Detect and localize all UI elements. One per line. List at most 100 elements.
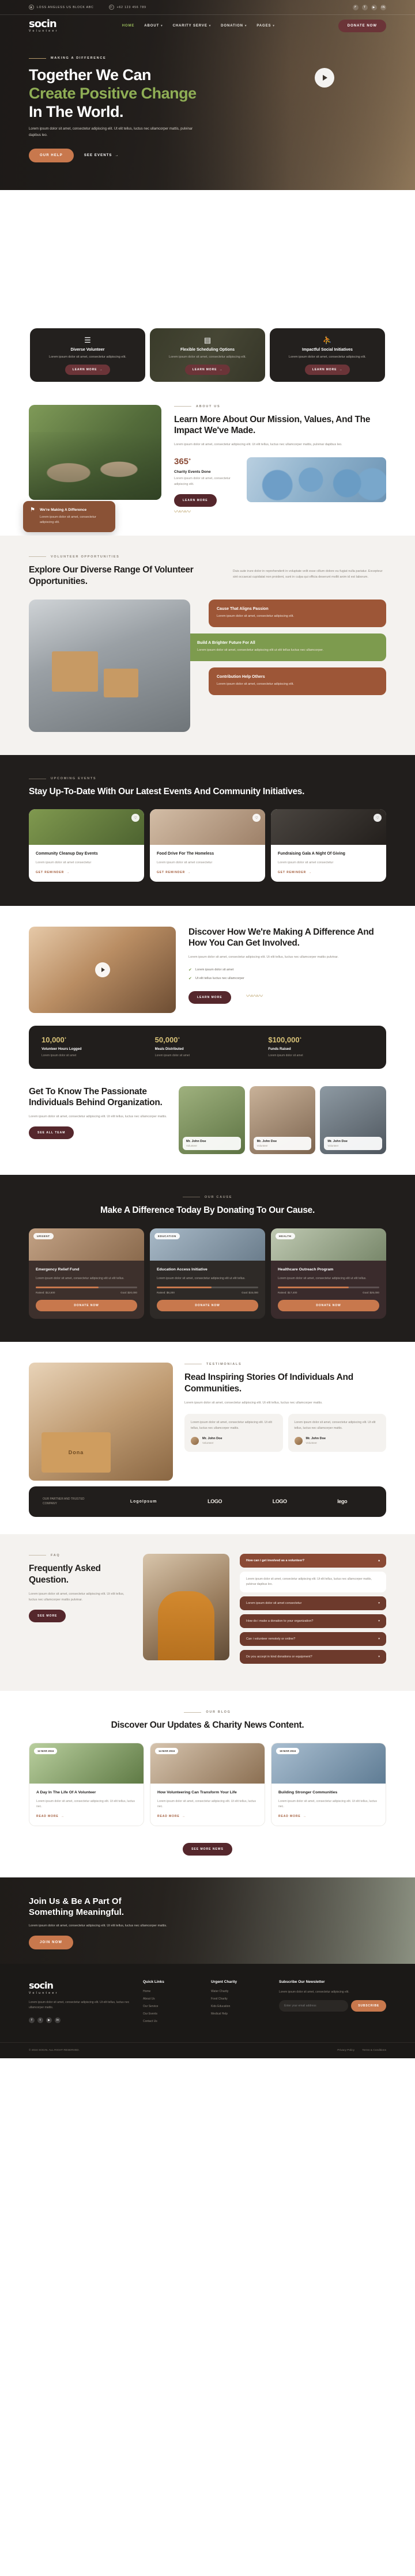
stat-label: Volunteer Hours Logged <box>42 1047 82 1051</box>
topbar-address[interactable]: ◉ LOSS ANGLESS US BLOCK ABC <box>29 5 94 10</box>
topbar-phone[interactable]: ✆ +62 123 456 789 <box>108 5 146 10</box>
bookmark-icon[interactable]: ♡ <box>373 814 382 822</box>
linkedin-icon[interactable]: in <box>55 2017 61 2023</box>
opportunity-card-future[interactable]: Build A Brighter Future For All Lorem ip… <box>180 633 386 662</box>
see-events-link[interactable]: SEE EVENTS → <box>84 154 119 157</box>
blog-card-volunteer-day[interactable]: 12 MAR 2024 A Day In The Life Of A Volun… <box>29 1743 144 1826</box>
footer-link[interactable]: Kids Education <box>211 2005 269 2008</box>
donation-raised: Raised: $8,200 <box>157 1291 175 1294</box>
faq-image <box>143 1553 229 1660</box>
involve-play-button[interactable] <box>95 962 110 977</box>
event-cards: ♡ Community Cleanup Day Events Lorem ips… <box>0 798 415 882</box>
facebook-icon[interactable]: f <box>29 2017 35 2023</box>
events-title: Stay Up-To-Date With Our Latest Events A… <box>29 787 305 797</box>
opportunity-card-contribution[interactable]: Contribution Help Others Lorem ipsum dol… <box>209 667 386 696</box>
feature-card-social-initiatives[interactable]: ⛹ Impactful Social Initiatives Lorem ips… <box>270 328 385 382</box>
blog-title: Discover Our Updates & Charity News Cont… <box>111 1720 304 1731</box>
newsletter-email-input[interactable] <box>279 2000 349 2012</box>
team-member-card[interactable]: Mr. John Doe Volunteer <box>249 1086 316 1154</box>
twitter-icon[interactable]: t <box>362 4 368 10</box>
subscribe-button[interactable]: SUBSCRIBE <box>351 2000 386 2012</box>
donation-card-healthcare[interactable]: HEALTH Healthcare Outreach Program Lorem… <box>271 1228 386 1319</box>
faq-item-1[interactable]: Lorem ipsum dolor sit amet consectetur ▾ <box>240 1596 386 1611</box>
event-card-gala[interactable]: ♡ Fundraising Gala A Night Of Giving Lor… <box>271 809 386 882</box>
donate-now-button[interactable]: DONATE NOW <box>36 1299 137 1311</box>
linkedin-icon[interactable]: in <box>380 4 386 10</box>
faq-item-2[interactable]: How do i make a donation to your organiz… <box>240 1614 386 1629</box>
terms-link[interactable]: Terms & Conditions <box>362 2049 386 2052</box>
hero-play-button[interactable] <box>315 68 334 88</box>
team-member-card[interactable]: Mr. John Doe Volunteer <box>320 1086 387 1154</box>
newsletter-form: SUBSCRIBE <box>279 2000 386 2012</box>
check-label: Ut elit tellus luctus nec ullamcorper <box>195 976 244 980</box>
see-all-team-button[interactable]: SEE ALL TEAM <box>29 1126 74 1139</box>
get-reminder-link[interactable]: GET REMINDER → <box>278 871 379 874</box>
blog-card-communities[interactable]: 18 MAR 2024 Building Stronger Communitie… <box>271 1743 386 1826</box>
get-reminder-link[interactable]: GET REMINDER → <box>36 871 137 874</box>
bookmark-icon[interactable]: ♡ <box>131 814 139 822</box>
stat-number: $100,000 <box>268 1035 300 1044</box>
stories-title: Read Inspiring Stories Of Individuals An… <box>184 1372 353 1394</box>
nav-item-home[interactable]: HOME <box>122 24 135 28</box>
arrow-right-icon: → <box>187 870 191 874</box>
about-paragraph: Lorem ipsum dolor sit amet, consectetur … <box>174 443 342 447</box>
footer-link[interactable]: Medical Help <box>211 2012 269 2016</box>
footer-link[interactable]: Our Service <box>143 2005 201 2008</box>
facebook-icon[interactable]: f <box>353 4 359 10</box>
read-more-link[interactable]: READ MORE → <box>36 1815 137 1818</box>
faq-item-3[interactable]: Can i volunteer remotely or online? ▾ <box>240 1632 386 1646</box>
faq-eyebrow-text: FAQ <box>51 1553 61 1557</box>
footer-link[interactable]: Water Charity <box>211 1990 269 1993</box>
learn-more-button[interactable]: LEARN MORE → <box>304 365 350 375</box>
blog-card-transform[interactable]: 14 MAR 2024 How Volunteering Can Transfo… <box>150 1743 265 1826</box>
involve-title: Discover How We're Making A Difference A… <box>188 927 374 949</box>
event-card-cleanup[interactable]: ♡ Community Cleanup Day Events Lorem ips… <box>29 809 144 882</box>
get-reminder-link[interactable]: GET REMINDER → <box>157 871 258 874</box>
faq-see-more-button[interactable]: SEE MORE <box>29 1610 66 1623</box>
cta-paragraph: Lorem ipsum dolor sit amet, consectetur … <box>29 1924 167 1928</box>
people-icon: ⛹ <box>322 335 333 344</box>
donate-now-button[interactable]: DONATE NOW <box>157 1299 258 1311</box>
nav-item-donation[interactable]: DONATION ▾ <box>221 24 247 28</box>
nav-item-pages[interactable]: PAGES ▾ <box>256 24 274 28</box>
nav-item-charity-serve[interactable]: CHARITY SERVE ▾ <box>173 24 212 28</box>
our-help-button[interactable]: OUR HELP <box>29 148 74 162</box>
feature-card-diverse-volunteer[interactable]: ☰ Diverse Volunteer Lorem ipsum dolor si… <box>30 328 145 382</box>
twitter-icon[interactable]: t <box>37 2017 43 2023</box>
faq-item-0[interactable]: How can i get involved as a volunteer? ▴ <box>240 1553 386 1568</box>
youtube-icon[interactable]: ▶ <box>371 4 377 10</box>
see-more-news-button[interactable]: SEE MORE NEWS <box>183 1842 232 1856</box>
donation-card-education[interactable]: EDUCATION Education Access Initiative Lo… <box>150 1228 265 1319</box>
read-more-link[interactable]: READ MORE → <box>278 1815 379 1818</box>
join-now-button[interactable]: JOIN NOW <box>29 1935 74 1949</box>
event-text: Lorem ipsum dolor sit amet consectetur <box>36 860 92 864</box>
donate-now-button[interactable]: DONATE NOW <box>278 1299 379 1311</box>
footer-link[interactable]: Our Events <box>143 2012 201 2016</box>
blog-date: 14 MAR 2024 <box>155 1748 179 1755</box>
event-card-food-drive[interactable]: ♡ Food Drive For The Homeless Lorem ipsu… <box>150 809 265 882</box>
team-member-card[interactable]: Mr. John Doe Volunteer <box>179 1086 245 1154</box>
donate-now-button[interactable]: DONATE NOW <box>338 20 386 32</box>
faq-item-4[interactable]: Do you accept in kind donations or equip… <box>240 1650 386 1664</box>
footer-link[interactable]: Contact Us <box>143 2020 201 2023</box>
donation-card-emergency[interactable]: URGENT Emergency Relief Fund Lorem ipsum… <box>29 1228 144 1319</box>
bookmark-icon[interactable]: ♡ <box>252 814 261 822</box>
learn-more-button[interactable]: LEARN MORE → <box>184 365 231 375</box>
feature-card-flexible-scheduling[interactable]: ▤ Flexible Scheduling Options Lorem ipsu… <box>150 328 265 382</box>
youtube-icon[interactable]: ▶ <box>46 2017 52 2023</box>
opportunity-card-cause[interactable]: Cause That Aligns Passion Lorem ipsum do… <box>209 600 386 628</box>
involve-learn-more-button[interactable]: LEARN MORE <box>188 991 231 1004</box>
chevron-down-icon: ▾ <box>378 1619 380 1623</box>
event-title: Food Drive For The Homeless <box>157 852 214 856</box>
footer-link[interactable]: About Us <box>143 1997 201 2001</box>
privacy-policy-link[interactable]: Privacy Policy <box>337 2049 354 2052</box>
about-learn-more-button[interactable]: LEARN MORE <box>174 494 217 507</box>
blog-card-title: Building Stronger Communities <box>278 1790 338 1795</box>
learn-more-button[interactable]: LEARN MORE → <box>65 365 111 375</box>
blog-image: 18 MAR 2024 <box>271 1743 386 1784</box>
nav-item-about[interactable]: ABOUT ▾ <box>144 24 163 28</box>
footer-link[interactable]: Food Charity <box>211 1997 269 2001</box>
read-more-link[interactable]: READ MORE → <box>157 1815 258 1818</box>
site-logo[interactable]: socin Volunteer <box>29 19 59 33</box>
footer-link[interactable]: Home <box>143 1990 201 1993</box>
